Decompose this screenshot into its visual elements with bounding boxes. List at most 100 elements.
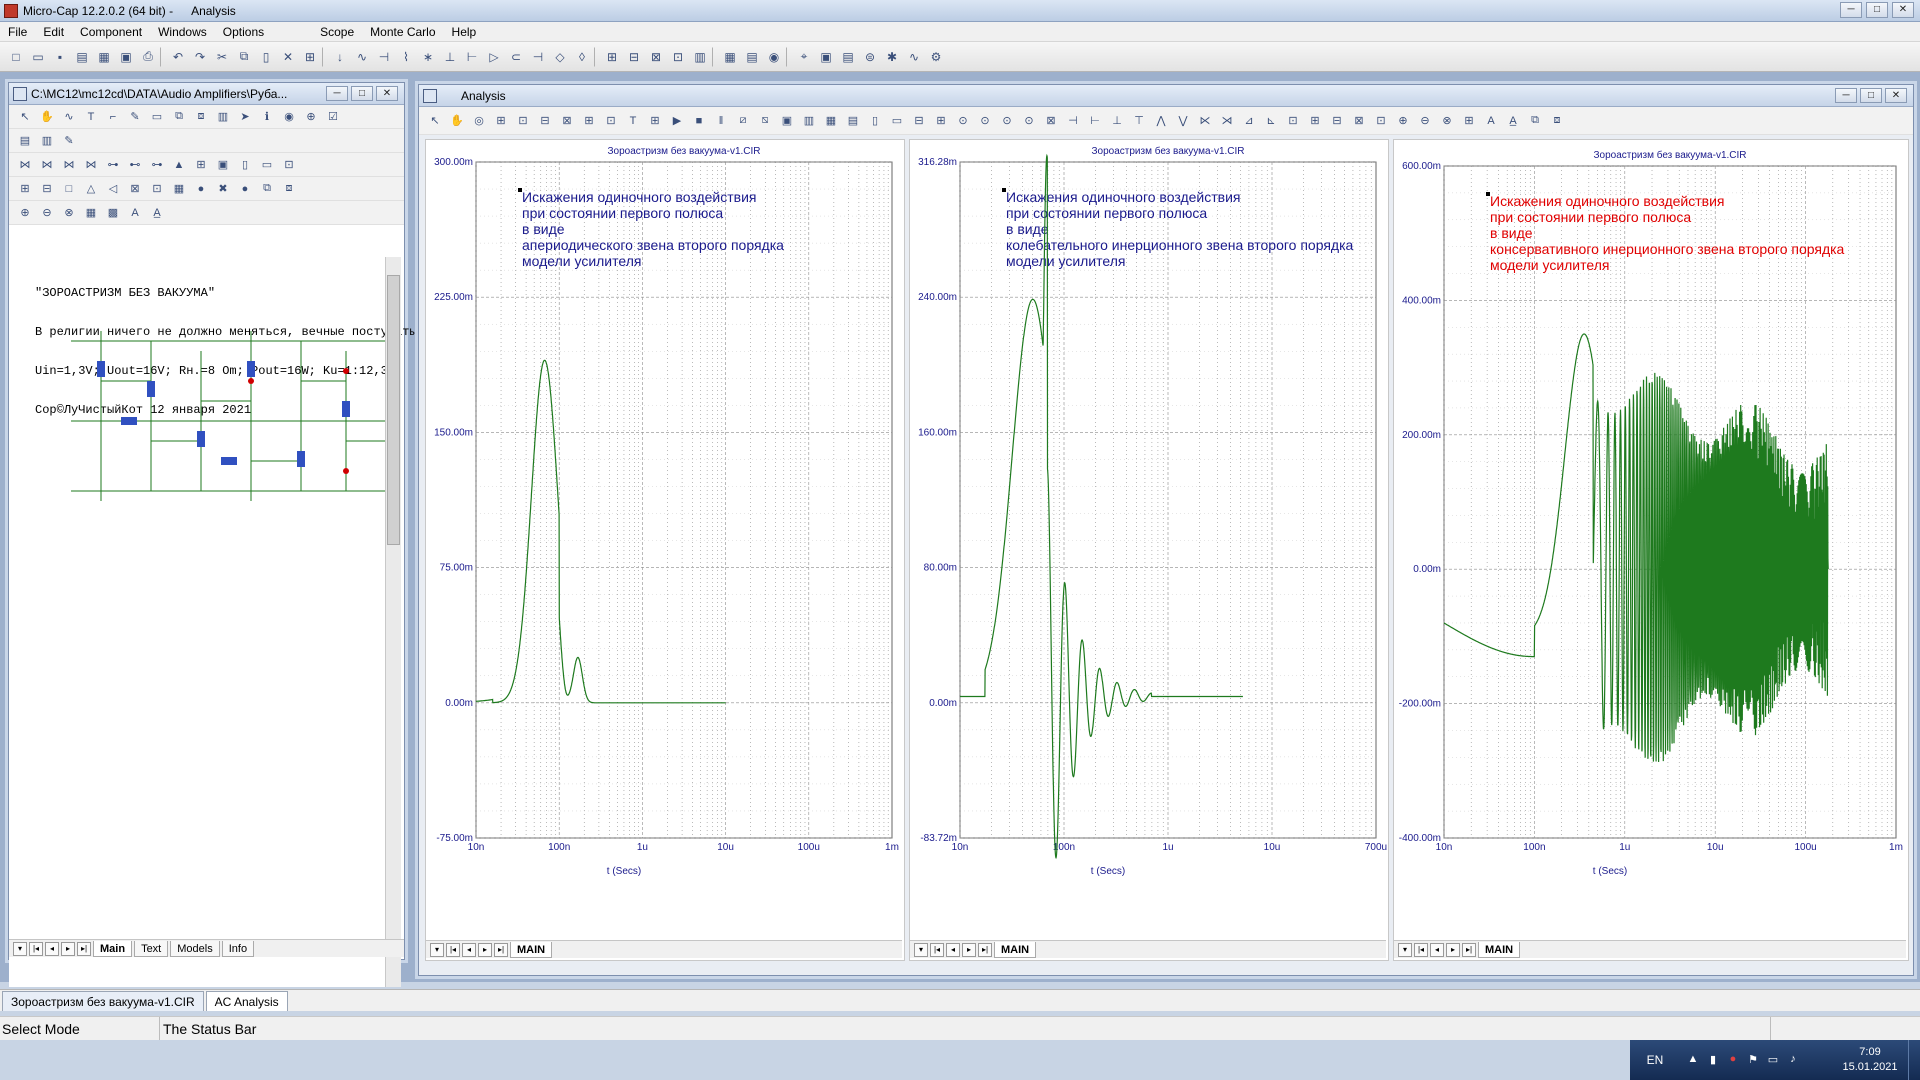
menu-windows[interactable]: Windows [150, 25, 215, 39]
analysis-tool-7-icon[interactable]: ⊞ [579, 111, 599, 131]
main-tool-43-icon[interactable]: ✱ [882, 47, 902, 67]
schem3-tool-3-icon[interactable]: ⋈ [81, 155, 101, 175]
menu-help[interactable]: Help [444, 25, 485, 39]
main-tool-25-icon[interactable]: ⊣ [528, 47, 548, 67]
analysis-tool-13-icon[interactable]: ‖ [711, 111, 731, 131]
schem3-tool-11-icon[interactable]: ▭ [257, 155, 277, 175]
tab-last-icon[interactable]: ▸| [494, 942, 508, 957]
schem2-tool-1-icon[interactable]: ▥ [37, 131, 57, 151]
minimize-button[interactable]: ─ [1840, 2, 1862, 18]
analysis-tool-32-icon[interactable]: ⊤ [1129, 111, 1149, 131]
schem1-tool-5-icon[interactable]: ✎ [125, 107, 145, 127]
volume-icon[interactable]: ♪ [1786, 1053, 1800, 1067]
schem3-tool-8-icon[interactable]: ⊞ [191, 155, 211, 175]
tab-last-icon[interactable]: ▸| [77, 941, 91, 956]
main-tool-9-icon[interactable]: ↷ [190, 47, 210, 67]
schem3-tool-0-icon[interactable]: ⋈ [15, 155, 35, 175]
analysis-tool-29-icon[interactable]: ⊣ [1063, 111, 1083, 131]
schem3-tool-4-icon[interactable]: ⊶ [103, 155, 123, 175]
analysis-maximize-button[interactable]: □ [1860, 88, 1882, 103]
schem3-tool-5-icon[interactable]: ⊷ [125, 155, 145, 175]
analysis-tool-47-icon[interactable]: ⊞ [1459, 111, 1479, 131]
plot-panel-conservative[interactable]: Зороастризм без вакуума-v1.CIR 600.00m 400… [1393, 139, 1909, 961]
analysis-tool-5-icon[interactable]: ⊟ [535, 111, 555, 131]
schem4-tool-10-icon[interactable]: ● [235, 179, 255, 199]
analysis-tool-12-icon[interactable]: ■ [689, 111, 709, 131]
tab-prev-icon[interactable]: ◂ [1430, 942, 1444, 957]
tab-scroll-down-icon[interactable]: ▾ [914, 942, 928, 957]
schem4-tool-8-icon[interactable]: ● [191, 179, 211, 199]
main-tool-10-icon[interactable]: ✂ [212, 47, 232, 67]
document-tab-ac-analysis[interactable]: AC Analysis [205, 991, 288, 1011]
analysis-tool-30-icon[interactable]: ⊢ [1085, 111, 1105, 131]
show-hidden-icons-icon[interactable]: ▲ [1686, 1053, 1700, 1067]
tab-main[interactable]: Main [93, 940, 133, 957]
clock[interactable]: 7:09 15.01.2021 [1832, 1045, 1908, 1075]
main-tool-1-icon[interactable]: ▭ [28, 47, 48, 67]
analysis-tool-10-icon[interactable]: ⊞ [645, 111, 665, 131]
analysis-tool-25-icon[interactable]: ⊙ [975, 111, 995, 131]
schem1-tool-2-icon[interactable]: ∿ [59, 107, 79, 127]
tab-next-icon[interactable]: ▸ [61, 941, 75, 956]
analysis-tool-9-icon[interactable]: T [623, 111, 643, 131]
scroll-thumb[interactable] [387, 275, 400, 545]
analysis-minimize-button[interactable]: ─ [1835, 88, 1857, 103]
analysis-tool-31-icon[interactable]: ⊥ [1107, 111, 1127, 131]
maximize-button[interactable]: □ [1866, 2, 1888, 18]
schem4-tool-2-icon[interactable]: □ [59, 179, 79, 199]
tab-info[interactable]: Info [221, 940, 255, 957]
main-tool-30-icon[interactable]: ⊟ [624, 47, 644, 67]
main-tool-42-icon[interactable]: ⊜ [860, 47, 880, 67]
schem1-tool-10-icon[interactable]: ➤ [235, 107, 255, 127]
main-tool-6-icon[interactable]: ⎙ [138, 47, 158, 67]
menu-monte-carlo[interactable]: Monte Carlo [362, 25, 443, 39]
main-tool-26-icon[interactable]: ◇ [550, 47, 570, 67]
analysis-tool-39-icon[interactable]: ⊡ [1283, 111, 1303, 131]
main-tool-35-icon[interactable]: ▦ [720, 47, 740, 67]
main-tool-16-icon[interactable]: ↓ [330, 47, 350, 67]
analysis-tool-43-icon[interactable]: ⊡ [1371, 111, 1391, 131]
tab-first-icon[interactable]: |◂ [29, 941, 43, 956]
main-tool-5-icon[interactable]: ▣ [116, 47, 136, 67]
analysis-tool-4-icon[interactable]: ⊡ [513, 111, 533, 131]
schem4-tool-11-icon[interactable]: ⧉ [257, 179, 277, 199]
main-tool-8-icon[interactable]: ↶ [168, 47, 188, 67]
plot-tab-main[interactable]: MAIN [510, 941, 553, 958]
analysis-tool-35-icon[interactable]: ⋉ [1195, 111, 1215, 131]
schem5-tool-6-icon[interactable]: A̲ [147, 203, 167, 223]
analysis-tool-14-icon[interactable]: ⧄ [733, 111, 753, 131]
analysis-tool-36-icon[interactable]: ⋊ [1217, 111, 1237, 131]
schem5-tool-2-icon[interactable]: ⊗ [59, 203, 79, 223]
analysis-tool-48-icon[interactable]: A [1481, 111, 1501, 131]
schem4-tool-7-icon[interactable]: ▦ [169, 179, 189, 199]
tab-scroll-down-icon[interactable]: ▾ [430, 942, 444, 957]
tab-text[interactable]: Text [134, 940, 169, 957]
analysis-tool-41-icon[interactable]: ⊟ [1327, 111, 1347, 131]
analysis-tool-50-icon[interactable]: ⧉ [1525, 111, 1545, 131]
schem2-tool-2-icon[interactable]: ✎ [59, 131, 79, 151]
main-tool-31-icon[interactable]: ⊠ [646, 47, 666, 67]
analysis-tool-28-icon[interactable]: ⊠ [1041, 111, 1061, 131]
schem1-tool-14-icon[interactable]: ☑ [323, 107, 343, 127]
main-tool-18-icon[interactable]: ⊣ [374, 47, 394, 67]
tab-prev-icon[interactable]: ◂ [45, 941, 59, 956]
tab-first-icon[interactable]: |◂ [930, 942, 944, 957]
schem1-tool-1-icon[interactable]: ✋ [37, 107, 57, 127]
analysis-close-button[interactable]: ✕ [1885, 88, 1907, 103]
flag-icon[interactable]: ⚑ [1746, 1053, 1760, 1067]
analysis-tool-51-icon[interactable]: ⧈ [1547, 111, 1567, 131]
schem3-tool-7-icon[interactable]: ▲ [169, 155, 189, 175]
analysis-tool-46-icon[interactable]: ⊗ [1437, 111, 1457, 131]
language-indicator[interactable]: EN [1630, 1053, 1680, 1067]
main-tool-11-icon[interactable]: ⧉ [234, 47, 254, 67]
main-tool-37-icon[interactable]: ◉ [764, 47, 784, 67]
main-tool-27-icon[interactable]: ◊ [572, 47, 592, 67]
network-icon[interactable]: ▮ [1706, 1053, 1720, 1067]
analysis-tool-24-icon[interactable]: ⊙ [953, 111, 973, 131]
schem1-tool-6-icon[interactable]: ▭ [147, 107, 167, 127]
main-tool-0-icon[interactable]: □ [6, 47, 26, 67]
schem5-tool-5-icon[interactable]: A [125, 203, 145, 223]
analysis-tool-20-icon[interactable]: ▯ [865, 111, 885, 131]
menu-component[interactable]: Component [72, 25, 150, 39]
schem4-tool-1-icon[interactable]: ⊟ [37, 179, 57, 199]
